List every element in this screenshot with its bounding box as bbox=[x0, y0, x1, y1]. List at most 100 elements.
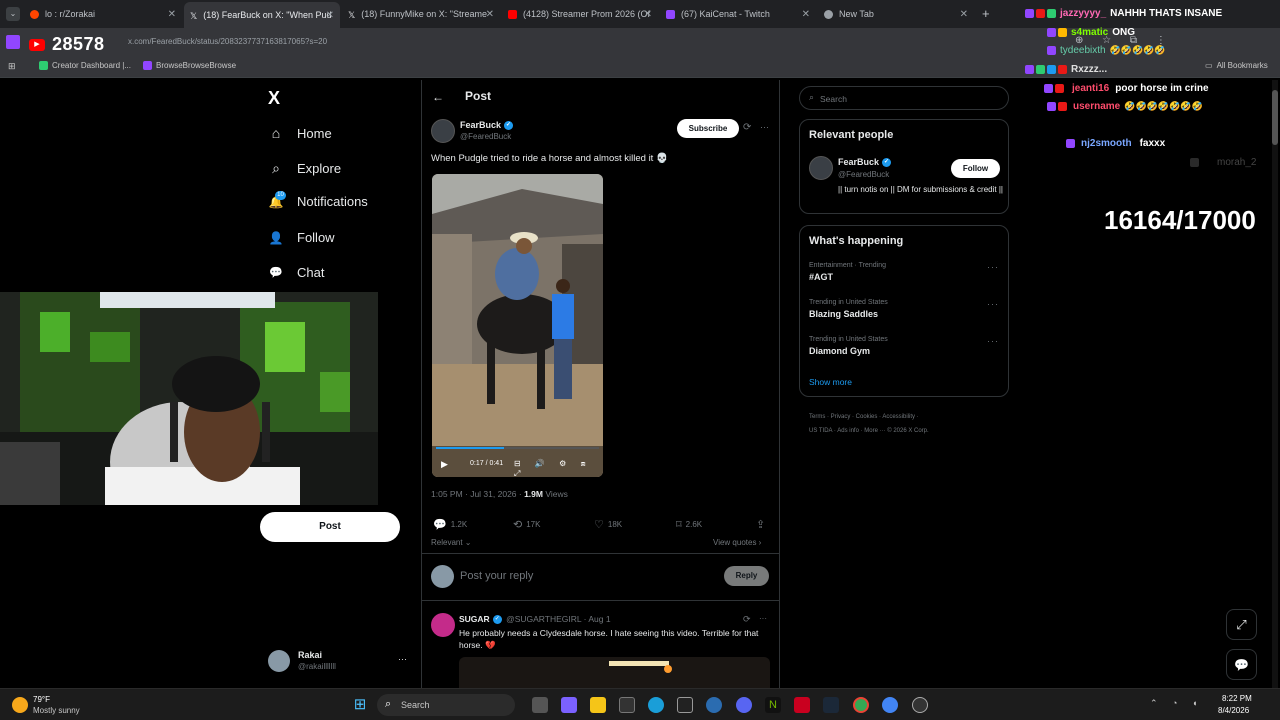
file-explorer-icon[interactable] bbox=[590, 697, 606, 713]
video-controls-icons[interactable]: ⊟ 🔊 ⚙ ⧈ ⤢ bbox=[514, 459, 603, 477]
reply-author[interactable]: SUGAR ✓ @SUGARTHEGIRL · Aug 1 bbox=[459, 614, 611, 625]
bookmark-count[interactable]: ⌑ 2.6K bbox=[676, 518, 702, 531]
scrollbar[interactable] bbox=[1272, 80, 1278, 688]
url-field[interactable]: x.com/FearedBuck/status/2083237737163817… bbox=[128, 33, 598, 51]
tab-reddit[interactable]: lo : r/Zorakai ✕ bbox=[24, 4, 182, 24]
app-icon[interactable] bbox=[912, 697, 928, 713]
nav-chat[interactable]: 💬 Chat bbox=[267, 265, 324, 280]
bookmark-browse[interactable]: BrowseBrowseBrowse bbox=[143, 61, 236, 70]
comment-icon: 💬 bbox=[433, 519, 447, 531]
chrome-alt-icon[interactable] bbox=[882, 697, 898, 713]
badge-icon bbox=[1047, 102, 1056, 111]
steam-icon[interactable] bbox=[823, 697, 839, 713]
close-icon[interactable]: ✕ bbox=[644, 9, 652, 20]
tab-twitch[interactable]: (67) KaiCenat - Twitch ✕ bbox=[660, 4, 816, 24]
more-icon[interactable]: ··· bbox=[759, 614, 767, 623]
author-name[interactable]: FearBuck ✓ bbox=[460, 120, 514, 131]
share-icon[interactable]: ⇪ bbox=[756, 518, 769, 531]
author-handle[interactable]: @FearedBuck bbox=[460, 132, 511, 141]
edge-icon[interactable] bbox=[648, 697, 664, 713]
account-handle: @rakailllllll bbox=[298, 662, 336, 671]
search-input[interactable]: ⌕ Search bbox=[799, 86, 1009, 110]
rp-avatar[interactable] bbox=[809, 156, 833, 180]
page-title: Post bbox=[465, 89, 492, 103]
search-placeholder: Search bbox=[820, 94, 847, 104]
close-icon[interactable]: ✕ bbox=[486, 9, 494, 20]
discord-icon[interactable] bbox=[736, 697, 752, 713]
reply-media[interactable] bbox=[459, 657, 770, 688]
nav-home[interactable]: ⌂ Home bbox=[267, 125, 332, 141]
more-icon[interactable]: ··· bbox=[398, 654, 407, 664]
chat-text: ONG bbox=[1112, 27, 1136, 38]
obs-icon[interactable] bbox=[794, 697, 810, 713]
post-video[interactable]: ▶ 0:17 / 0:41 ⊟ 🔊 ⚙ ⧈ ⤢ bbox=[432, 174, 603, 477]
settings-icon[interactable] bbox=[706, 697, 722, 713]
video-frame bbox=[432, 174, 603, 477]
media-lamp bbox=[664, 665, 672, 673]
trend-item[interactable]: Entertainment · Trending #AGT bbox=[809, 262, 886, 282]
messages-button[interactable]: 💬 bbox=[1226, 649, 1257, 680]
tab-search-icon[interactable]: ⌄ bbox=[6, 7, 20, 21]
repost-count[interactable]: ⟲ 17K bbox=[513, 518, 540, 531]
chat-icon: 💬 bbox=[269, 267, 283, 279]
account-switcher[interactable]: Rakai @rakailllllll ··· bbox=[268, 648, 408, 676]
badge-icon bbox=[1036, 65, 1045, 74]
follow-button[interactable]: Follow bbox=[951, 159, 1000, 178]
more-icon[interactable]: ··· bbox=[987, 299, 999, 309]
new-tab-button[interactable]: + bbox=[982, 6, 990, 21]
post-button[interactable]: Post bbox=[260, 512, 400, 542]
reply-avatar[interactable] bbox=[431, 613, 455, 637]
x-logo[interactable]: X bbox=[268, 88, 280, 109]
tab-fearbuck[interactable]: 𝕏 (18) FearBuck on X: "When Pud ✕ bbox=[184, 2, 340, 28]
subscribe-button[interactable]: Subscribe bbox=[677, 119, 739, 138]
repost-count-value: 17K bbox=[526, 520, 541, 529]
nav-follow[interactable]: 👤 Follow bbox=[267, 230, 335, 245]
grok-button[interactable]: ⤢ bbox=[1226, 609, 1257, 640]
grok-icon[interactable]: ⟳ bbox=[743, 122, 751, 133]
rp-name[interactable]: FearBuck ✓ bbox=[838, 157, 892, 168]
relevant-sort[interactable]: Relevant ⌄ bbox=[431, 538, 472, 547]
clock-time[interactable]: 8:22 PM bbox=[1222, 694, 1252, 703]
close-icon[interactable]: ✕ bbox=[960, 9, 968, 20]
windows-start-icon[interactable]: ⊞ bbox=[352, 697, 368, 713]
nvidia-icon[interactable]: N bbox=[765, 697, 781, 713]
tab-funnymike[interactable]: 𝕏 (18) FunnyMike on X: "Streame ✕ bbox=[342, 4, 500, 24]
more-icon[interactable]: ··· bbox=[760, 122, 769, 132]
close-icon[interactable]: ✕ bbox=[168, 9, 176, 20]
tab-label: (67) KaiCenat - Twitch bbox=[681, 9, 770, 19]
bookmark-creator-dashboard[interactable]: Creator Dashboard |... bbox=[39, 61, 131, 70]
taskbar-search[interactable]: ⌕ Search bbox=[377, 694, 515, 716]
more-icon[interactable]: ··· bbox=[987, 336, 999, 346]
grok-icon[interactable]: ⟳ bbox=[743, 614, 751, 625]
show-more-link[interactable]: Show more bbox=[809, 377, 852, 387]
chrome-icon[interactable] bbox=[853, 697, 869, 713]
apps-icon[interactable]: ⊞ bbox=[8, 61, 16, 72]
clock-date[interactable]: 8/4/2026 bbox=[1218, 706, 1249, 715]
scrollbar-thumb[interactable] bbox=[1272, 90, 1278, 145]
author-avatar[interactable] bbox=[431, 119, 455, 143]
all-bookmarks[interactable]: ▭ All Bookmarks bbox=[1205, 61, 1268, 70]
task-view-icon[interactable] bbox=[532, 697, 548, 713]
close-icon[interactable]: ✕ bbox=[802, 9, 810, 20]
reply-input[interactable]: Post your reply bbox=[460, 570, 533, 582]
chat-username: jeanti16 bbox=[1072, 83, 1110, 94]
back-arrow-icon[interactable]: ← bbox=[432, 90, 444, 104]
reply-count[interactable]: 💬 1.2K bbox=[433, 518, 467, 531]
trend-item[interactable]: Trending in United States Blazing Saddles bbox=[809, 299, 888, 319]
more-icon[interactable]: ··· bbox=[987, 262, 999, 272]
tray-icons[interactable]: ⌃ ◔ ◖ bbox=[1150, 698, 1203, 709]
close-icon[interactable]: ✕ bbox=[326, 10, 334, 21]
unity-icon[interactable] bbox=[677, 697, 693, 713]
tab-new-tab[interactable]: New Tab ✕ bbox=[818, 4, 974, 24]
reply-button[interactable]: Reply bbox=[724, 566, 769, 586]
badge-icon bbox=[1055, 84, 1064, 93]
play-icon[interactable]: ▶ bbox=[441, 459, 448, 470]
like-count[interactable]: ♡ 18K bbox=[594, 518, 622, 531]
view-quotes-link[interactable]: View quotes › bbox=[713, 538, 761, 547]
copilot-icon[interactable] bbox=[561, 697, 577, 713]
nav-explore[interactable]: ⌕ Explore bbox=[267, 160, 341, 177]
tab-youtube[interactable]: (4128) Streamer Prom 2026 (Of ✕ bbox=[502, 4, 658, 24]
trend-item[interactable]: Trending in United States Diamond Gym bbox=[809, 336, 888, 356]
store-icon[interactable] bbox=[619, 697, 635, 713]
footer-links[interactable]: Terms · Privacy · Cookies · Accessibilit… bbox=[809, 410, 1009, 438]
